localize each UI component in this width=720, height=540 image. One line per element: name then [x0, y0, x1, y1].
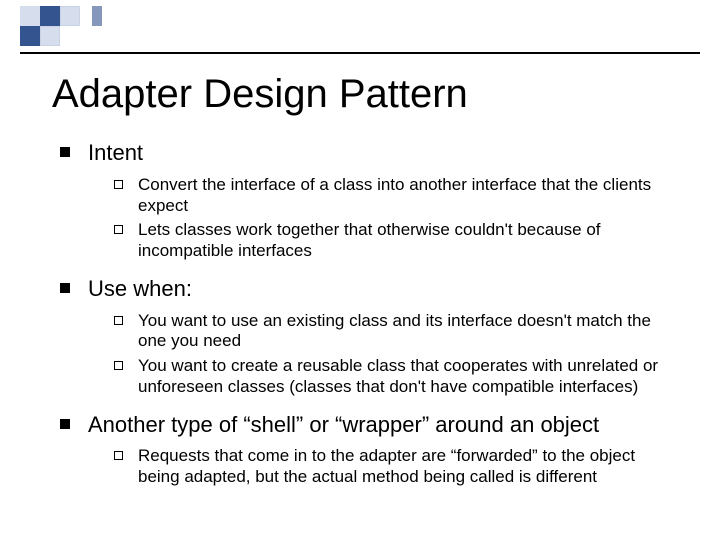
- slide: Adapter Design Pattern Intent Convert th…: [0, 0, 720, 540]
- list-item: You want to create a reusable class that…: [114, 356, 680, 397]
- list-item: Lets classes work together that otherwis…: [114, 220, 680, 261]
- list-item: Convert the interface of a class into an…: [114, 175, 680, 216]
- horizontal-rule: [20, 52, 700, 54]
- list-item: Requests that come in to the adapter are…: [114, 446, 680, 487]
- section-intent: Intent Convert the interface of a class …: [60, 140, 680, 262]
- section-wrapper: Another type of “shell” or “wrapper” aro…: [60, 412, 680, 488]
- list-item: You want to use an existing class and it…: [114, 311, 680, 352]
- corner-decoration-row2: [20, 26, 60, 46]
- corner-decoration-row1: [20, 6, 102, 26]
- slide-body: Intent Convert the interface of a class …: [60, 140, 680, 502]
- section-heading: Use when:: [88, 276, 192, 301]
- slide-title: Adapter Design Pattern: [52, 72, 468, 117]
- section-heading: Intent: [88, 140, 143, 165]
- section-heading: Another type of “shell” or “wrapper” aro…: [88, 412, 599, 437]
- section-use-when: Use when: You want to use an existing cl…: [60, 276, 680, 398]
